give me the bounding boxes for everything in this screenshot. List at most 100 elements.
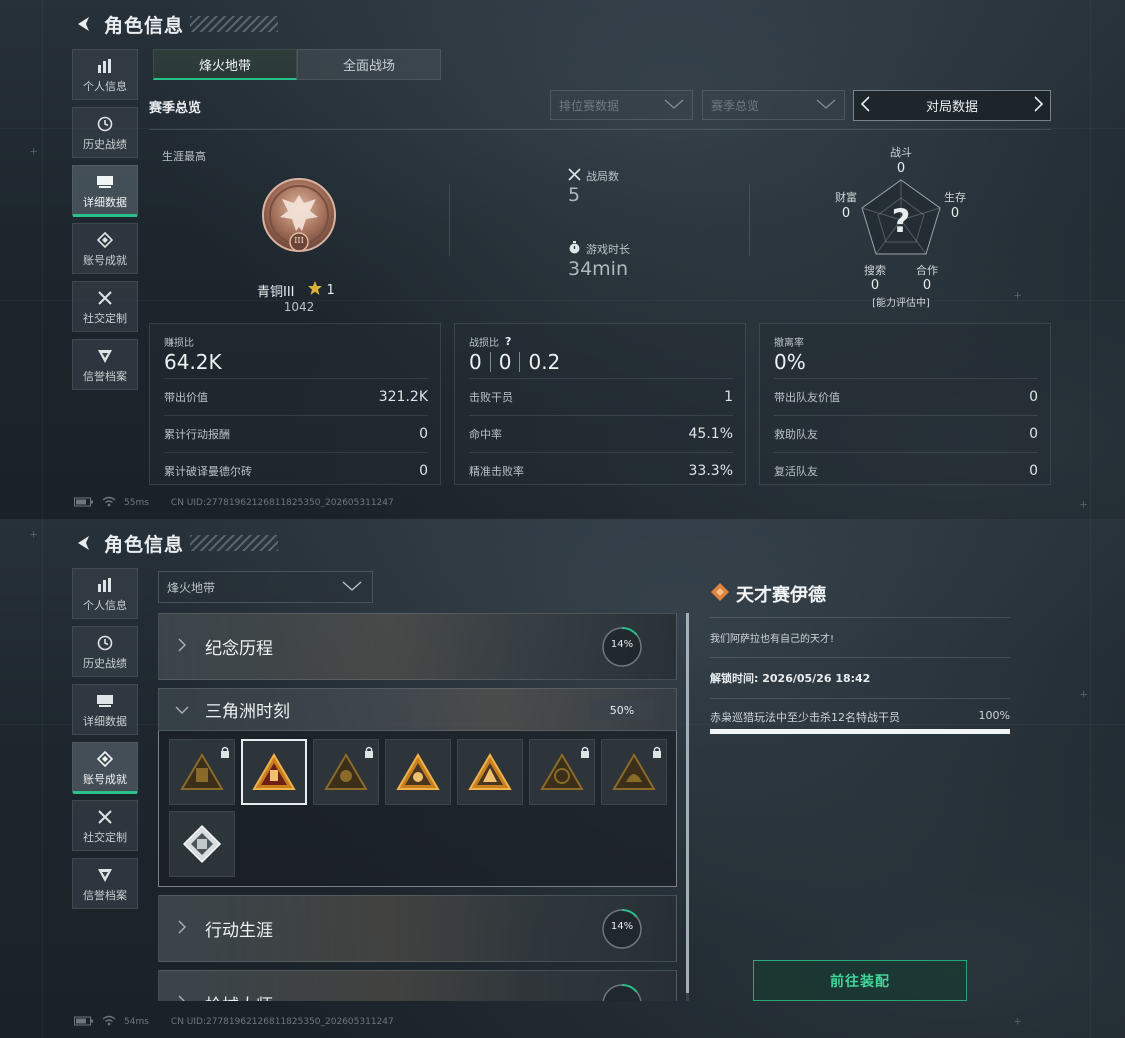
help-icon[interactable]: ? [505, 335, 511, 348]
wifi-icon [102, 496, 116, 510]
stat-value: 33.3% [688, 463, 733, 479]
sidebar-item-social[interactable]: 社交定制 [72, 800, 138, 851]
chevron-left-icon[interactable] [860, 95, 870, 116]
scrollbar[interactable] [686, 613, 689, 1001]
chevron-right-icon[interactable] [1034, 95, 1044, 116]
sidebar-item-personal-info[interactable]: 个人信息 [72, 49, 138, 100]
badge-emblem-icon [540, 753, 584, 790]
shield-icon [97, 865, 113, 885]
bar-chart-icon [97, 575, 113, 595]
achievement-icon [97, 749, 113, 769]
zone-dropdown[interactable]: 烽火地带 [158, 571, 373, 603]
achievement-detail-panel: 天才赛伊德 我们阿萨拉也有自己的天才! 解锁时间: 2026/05/26 18:… [710, 581, 1010, 734]
sidebar-item-detailed-data[interactable]: 详细数据 [72, 684, 138, 735]
radar-axis-label: 财富 [835, 191, 857, 204]
achievement-badge[interactable] [169, 739, 235, 805]
category-percent: 50% [590, 700, 654, 720]
playtime-label: 游戏时长 [586, 242, 630, 256]
chevron-down-icon [816, 98, 836, 112]
history-icon [97, 633, 113, 653]
card-value-row: 0 0 0.2 [469, 350, 560, 374]
radar-axis-label: 战斗 [890, 146, 912, 159]
sidebar-item-history[interactable]: 历史战绩 [72, 107, 138, 158]
stat-label: 累计行动报酬 [164, 428, 230, 441]
sidebar-item-personal-info[interactable]: 个人信息 [72, 568, 138, 619]
radar-axis-value: 0 [870, 278, 880, 293]
value-separator [489, 352, 491, 372]
sidebar-item-label: 历史战绩 [83, 137, 127, 151]
unlock-time: 解锁时间: 2026/05/26 18:42 [710, 672, 871, 685]
sidebar-item-achievements[interactable]: 账号成就 [72, 742, 138, 794]
stat-row: 救助队友 0 [774, 415, 1038, 452]
achievement-badge[interactable] [529, 739, 595, 805]
kd-value: 0 [469, 350, 482, 374]
rank-emblem-icon: III [260, 175, 338, 261]
lock-icon [364, 743, 374, 762]
category-percent: 14% [610, 639, 634, 650]
bg-grid-line [42, 0, 43, 519]
task-progress-bar [710, 729, 1010, 734]
chevron-down-icon [159, 700, 205, 719]
card-label: 战损比 [469, 338, 499, 349]
matches-value: 5 [568, 184, 581, 206]
kd-card: 战损比 ? 0 0 0.2 击败干员 1 命中率 45.1% 精准击败率 33.3% [454, 323, 746, 485]
task-description: 赤枭巡猎玩法中至少击杀12名特战干员 [710, 711, 900, 724]
battery-icon [74, 497, 94, 510]
category-name: 三角洲时刻 [205, 702, 290, 722]
extraction-card: 撤离率 0% 带出队友价值 0 救助队友 0 复活队友 0 [759, 323, 1051, 485]
page-header: 角色信息 [72, 10, 279, 38]
ranked-data-dropdown[interactable]: 排位赛数据 [550, 90, 693, 120]
bg-cross: + [1014, 1014, 1022, 1028]
sidebar-item-label: 详细数据 [83, 714, 127, 728]
profit-card: 赚损比 64.2K 带出价值 321.2K 累计行动报酬 0 累计破译曼德尔砖 0 [149, 323, 441, 485]
stat-value: 0 [1029, 426, 1038, 442]
back-arrow-icon[interactable] [72, 531, 96, 555]
achievement-badge[interactable] [313, 739, 379, 805]
category-row-expanded[interactable]: 三角洲时刻 50% [158, 688, 677, 731]
rank-name: 青铜III [257, 284, 295, 300]
card-value: 64.2K [164, 350, 222, 374]
career-best-label: 生涯最高 [162, 150, 206, 163]
achievement-badge[interactable] [385, 739, 451, 805]
sidebar-item-achievements[interactable]: 账号成就 [72, 223, 138, 274]
achievement-badge[interactable] [169, 811, 235, 877]
season-dropdown[interactable]: 赛季总览 [702, 90, 845, 120]
category-row[interactable]: 纪念历程 14% [158, 613, 677, 680]
achievement-badge[interactable] [601, 739, 667, 805]
sidebar-item-detailed-data[interactable]: 详细数据 [72, 165, 138, 217]
radar-center-mark: ? [891, 202, 911, 240]
section-title: 赛季总览 [149, 101, 202, 116]
tab-hazard-zone[interactable]: 烽火地带 [153, 49, 297, 80]
sidebar-item-social[interactable]: 社交定制 [72, 281, 138, 332]
achievement-badge[interactable] [457, 739, 523, 805]
sidebar-item-history[interactable]: 历史战绩 [72, 626, 138, 677]
sidebar-item-reputation[interactable]: 信誉档案 [72, 858, 138, 909]
folder-icon [96, 172, 114, 192]
sidebar-item-label: 账号成就 [83, 253, 127, 267]
category-row[interactable]: 枪械大师 [158, 970, 677, 1001]
switcher-label: 对局数据 [925, 100, 978, 115]
stat-row: 累计行动报酬 0 [164, 415, 428, 452]
back-arrow-icon[interactable] [72, 12, 96, 36]
diamond-icon [710, 582, 730, 607]
scrollbar-thumb[interactable] [686, 613, 689, 993]
go-equip-button[interactable]: 前往装配 [753, 960, 967, 1001]
tab-full-battlefield[interactable]: 全面战场 [297, 49, 441, 80]
achievement-description: 我们阿萨拉也有自己的天才! [710, 634, 835, 645]
stat-row: 带出队友价值 0 [774, 378, 1038, 415]
achievement-title: 天才赛伊德 [736, 585, 826, 606]
stat-row: 精准击败率 33.3% [469, 452, 733, 489]
bg-cross: + [1080, 687, 1088, 701]
chevron-down-icon [664, 98, 684, 112]
bg-cross: + [30, 144, 38, 158]
sidebar-item-reputation[interactable]: 信誉档案 [72, 339, 138, 390]
bg-grid-line [1090, 0, 1091, 519]
dropdown-value: 烽火地带 [167, 580, 216, 595]
stat-label: 命中率 [469, 428, 502, 441]
divider [749, 184, 750, 256]
divider [149, 129, 1051, 130]
uid-text: CN UID:27781962126811825350_202605311247 [170, 498, 394, 508]
category-row[interactable]: 行动生涯 14% [158, 895, 677, 962]
dropdown-value: 赛季总览 [711, 98, 760, 113]
achievement-badge-selected[interactable] [241, 739, 307, 805]
